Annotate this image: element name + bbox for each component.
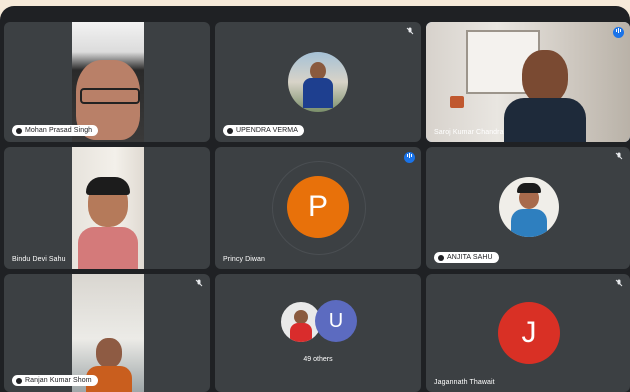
pin-icon — [438, 254, 444, 261]
participant-tile-princy[interactable]: P Princy Diwan — [215, 147, 421, 269]
participant-name: Ranjan Kumar Shom — [25, 377, 92, 384]
participant-avatar: P — [287, 176, 349, 238]
participant-tile-mohan[interactable]: Mohan Prasad Singh — [4, 22, 210, 142]
participant-name: Bindu Devi Sahu — [12, 256, 66, 263]
mic-on-icon — [404, 152, 415, 163]
avatar-initial: U — [328, 309, 344, 332]
name-badge: Ranjan Kumar Shom — [12, 375, 98, 386]
participant-avatar: U — [315, 300, 357, 342]
mic-off-icon — [193, 279, 204, 290]
participant-name: Mohan Prasad Singh — [25, 127, 93, 134]
mic-off-icon — [404, 27, 415, 38]
participant-tile-saroj[interactable]: Saroj Kumar Chandra — [426, 22, 630, 142]
participant-name: ANJITA SAHU — [447, 254, 493, 261]
participant-avatar — [288, 52, 348, 112]
participant-video — [72, 147, 144, 269]
name-badge: ANJITA SAHU — [434, 252, 499, 263]
participant-tile-anjita[interactable]: ANJITA SAHU — [426, 147, 630, 269]
participant-video — [72, 22, 144, 142]
participant-video — [426, 22, 630, 142]
name-badge: UPENDRA VERMA — [223, 125, 304, 136]
meeting-grid: Mohan Prasad Singh UPENDRA VERMA Saroj K… — [0, 6, 630, 392]
name-badge: Mohan Prasad Singh — [12, 125, 99, 136]
participant-name: Jagannath Thawait — [434, 379, 495, 386]
avatar-initial: J — [521, 316, 537, 349]
pin-icon — [16, 127, 22, 134]
participant-name: Saroj Kumar Chandra — [434, 129, 504, 136]
mic-off-icon — [613, 152, 624, 163]
mic-on-icon — [613, 27, 624, 38]
participant-tile-bindu[interactable]: Bindu Devi Sahu — [4, 147, 210, 269]
participant-name: UPENDRA VERMA — [236, 127, 298, 134]
participant-tile-ranjan[interactable]: Ranjan Kumar Shom — [4, 274, 210, 392]
participant-tile-upendra[interactable]: UPENDRA VERMA — [215, 22, 421, 142]
others-tile[interactable]: U 49 others — [215, 274, 421, 392]
avatar-initial: P — [307, 190, 328, 223]
pin-icon — [227, 127, 233, 134]
mic-off-icon — [613, 279, 624, 290]
participant-name: Princy Diwan — [223, 256, 266, 263]
participant-avatar: J — [498, 302, 560, 364]
pin-icon — [16, 377, 22, 384]
participant-avatar — [499, 177, 559, 237]
participant-tile-jagannath[interactable]: J Jagannath Thawait — [426, 274, 630, 392]
others-count: 49 others — [303, 356, 333, 363]
